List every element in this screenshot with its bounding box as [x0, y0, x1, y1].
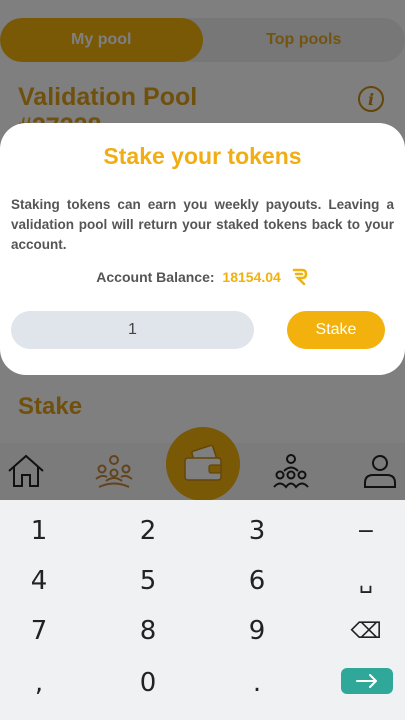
account-balance: Account Balance: 18154.04: [0, 267, 405, 285]
key-7[interactable]: 7: [0, 608, 84, 654]
stake-button[interactable]: Stake: [287, 311, 385, 349]
stake-modal: Stake your tokens Staking tokens can ear…: [0, 123, 405, 375]
token-icon: [292, 268, 307, 285]
balance-value: 18154.04: [222, 269, 281, 285]
key-1[interactable]: 1: [0, 508, 84, 554]
key-8[interactable]: 8: [103, 608, 193, 654]
modal-title: Stake your tokens: [103, 143, 302, 169]
key-space[interactable]: ␣: [321, 558, 405, 604]
key-4[interactable]: 4: [0, 558, 84, 604]
modal-description: Staking tokens can earn you weekly payou…: [11, 197, 394, 252]
stake-amount-input[interactable]: [11, 311, 254, 349]
key-period[interactable]: .: [212, 660, 302, 706]
key-9[interactable]: 9: [212, 608, 302, 654]
key-minus[interactable]: −: [321, 508, 405, 554]
key-6[interactable]: 6: [212, 558, 302, 604]
balance-label: Account Balance:: [96, 269, 215, 285]
key-2[interactable]: 2: [103, 508, 193, 554]
enter-key[interactable]: [341, 668, 393, 694]
arrow-right-icon: [356, 674, 377, 688]
key-0[interactable]: 0: [103, 660, 193, 706]
key-5[interactable]: 5: [103, 558, 193, 604]
key-3[interactable]: 3: [212, 508, 302, 554]
key-backspace[interactable]: ⌫: [321, 608, 405, 654]
numeric-keyboard: 1 2 3 − 4 5 6 ␣ 7 8 9 ⌫ , 0 .: [0, 500, 405, 720]
key-comma[interactable]: ,: [0, 660, 84, 706]
